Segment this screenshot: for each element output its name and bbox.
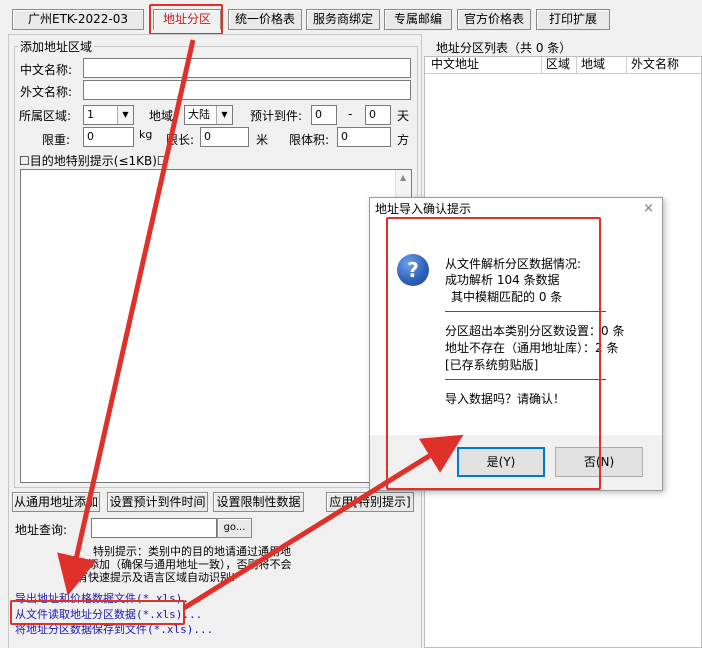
region-label: 地域: [149,109,178,123]
dialog-line-5: 地址不存在（通用地址库）：2 条 [445,341,619,355]
dialog-line-6: [已存系统剪贴版] [445,358,539,372]
col-header-region[interactable]: 地域 [577,57,627,73]
dialog-divider-2 [445,379,606,380]
tab-provider-binding[interactable]: 服务商绑定 [306,9,380,30]
query-go-button[interactable]: go... [217,518,252,538]
length-label: 限长: [166,133,195,147]
dialog-divider-1 [445,311,606,312]
import-confirm-dialog: 地址导入确认提示 × ? 从文件解析分区数据情况: 成功解析 104 条数据 其… [369,197,663,491]
eta-dash: - [348,107,353,121]
dialog-line-1: 从文件解析分区数据情况: [445,257,582,271]
tab-print-extension[interactable]: 打印扩展 [536,9,610,30]
weight-input[interactable]: 0 [83,127,134,147]
cn-name-input[interactable] [83,58,411,78]
question-icon: ? [397,254,429,286]
en-name-label: 外文名称: [20,85,73,99]
query-label: 地址查询: [15,523,68,537]
eta-unit: 天 [397,109,410,123]
region-select-value: 大陆 [188,108,210,121]
cn-name-label: 中文名称: [20,63,73,77]
weight-unit: kg [139,128,153,141]
en-name-input[interactable] [83,80,411,100]
weight-label: 限重: [42,133,71,147]
zone-select-value: 1 [87,108,94,121]
tab-guangzhou-etk[interactable]: 广州ETK-2022-03 [12,9,144,30]
length-unit: 米 [256,133,269,147]
tab-unified-price[interactable]: 统一价格表 [228,9,302,30]
close-icon[interactable]: × [643,201,654,216]
eta-from-input[interactable]: 0 [311,105,337,125]
chevron-down-icon: ▼ [117,106,133,124]
eta-to-input[interactable]: 0 [365,105,391,125]
eta-label: 预计到件: [250,109,303,123]
dialog-line-7: 导入数据吗？请确认！ [445,392,566,406]
volume-label: 限体积: [289,133,330,147]
add-address-legend: 添加地址区域 [18,38,95,55]
scroll-up-icon[interactable]: ▲ [400,173,406,182]
tab-address-zone[interactable]: 地址分区 [153,9,221,30]
set-limits-button[interactable]: 设置限制性数据 [213,492,304,512]
col-header-cn-address[interactable]: 中文地址 [427,57,542,73]
tab-exclusive-postcode[interactable]: 专属邮编 [384,9,452,30]
query-input[interactable] [91,518,217,538]
yes-button[interactable]: 是(Y) [457,447,545,477]
set-eta-button[interactable]: 设置预计到件时间 [107,492,208,512]
dialog-title: 地址导入确认提示 [370,198,662,220]
read-file-link[interactable]: 从文件读取地址分区数据(*.xls)... [15,606,202,622]
length-input[interactable]: 0 [200,127,249,147]
save-file-link[interactable]: 将地址分区数据保存到文件(*.xls)... [15,621,213,637]
volume-input[interactable]: 0 [337,127,391,147]
chevron-down-icon: ▼ [216,106,232,124]
add-from-common-button[interactable]: 从通用地址添加 [12,492,100,512]
dialog-line-2: 成功解析 104 条数据 [445,273,560,287]
col-header-en-name[interactable]: 外文名称 [627,57,702,73]
apply-special-tip-button[interactable]: 应用[特别提示] [326,492,414,512]
no-button[interactable]: 否(N) [555,447,643,477]
special-tip-label[interactable]: ☐目的地特别提示(≤1KB)☐ [19,152,168,169]
zone-select[interactable]: 1 ▼ [83,105,134,125]
dialog-line-3: 其中模糊匹配的 0 条 [451,290,563,304]
special-tip-textarea[interactable]: ▲ [20,169,412,483]
volume-unit: 方 [397,133,410,147]
export-link[interactable]: 导出地址和价格数据文件(*.xls)... [15,590,202,606]
dialog-line-4: 分区超出本类别分区数设置：0 条 [445,324,625,338]
region-select[interactable]: 大陆 ▼ [184,105,233,125]
notice-line-3: 有快速提示及语言区域自动识别! [77,571,236,584]
list-title: 地址分区列表（共 0 条） [436,41,572,55]
col-header-zone[interactable]: 区域 [542,57,577,73]
tab-official-price[interactable]: 官方价格表 [457,9,531,30]
zone-label: 所属区域: [19,109,72,123]
